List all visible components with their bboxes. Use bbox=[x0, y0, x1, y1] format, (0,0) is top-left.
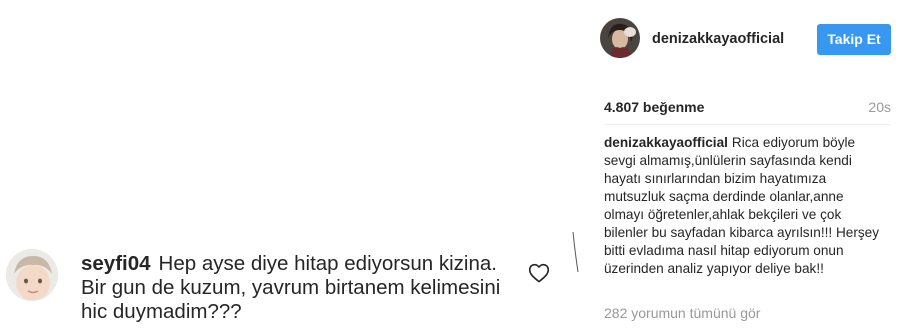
post-caption: denizakkayaofficial Rica ediyorum böyle s… bbox=[604, 134, 886, 278]
post-header: denizakkayaofficial Takip Et bbox=[584, 0, 901, 78]
post-sidebar: denizakkayaofficial Takip Et 4.807 beğen… bbox=[584, 0, 901, 332]
commenter-username[interactable]: seyfi04 bbox=[81, 252, 151, 275]
caption-username[interactable]: denizakkayaofficial bbox=[604, 135, 728, 150]
heart-outline-icon[interactable] bbox=[528, 263, 550, 283]
view-all-comments-link[interactable]: 282 yorumun tümünü gör bbox=[604, 305, 760, 321]
divider bbox=[604, 124, 891, 125]
comment-body: seyfi04 Hep ayse diye hitap ediyorsun kiz… bbox=[81, 252, 521, 324]
comment-overlay-pane: seyfi04 Hep ayse diye hitap ediyorsun kiz… bbox=[0, 0, 583, 332]
profile-username[interactable]: denizakkayaofficial bbox=[652, 31, 784, 47]
post-timestamp[interactable]: 20s bbox=[868, 99, 891, 115]
follow-button[interactable]: Takip Et bbox=[817, 24, 891, 55]
comment-item: seyfi04 Hep ayse diye hitap ediyorsun kiz… bbox=[6, 246, 566, 326]
likes-row: 4.807 beğenme 20s bbox=[604, 99, 891, 119]
caption-text: Rica ediyorum böyle sevgi almamış,ünlüle… bbox=[604, 135, 880, 276]
commenter-avatar[interactable] bbox=[6, 249, 58, 301]
stray-mark bbox=[572, 231, 580, 273]
profile-avatar[interactable] bbox=[600, 18, 640, 58]
likes-count[interactable]: 4.807 beğenme bbox=[604, 99, 704, 115]
